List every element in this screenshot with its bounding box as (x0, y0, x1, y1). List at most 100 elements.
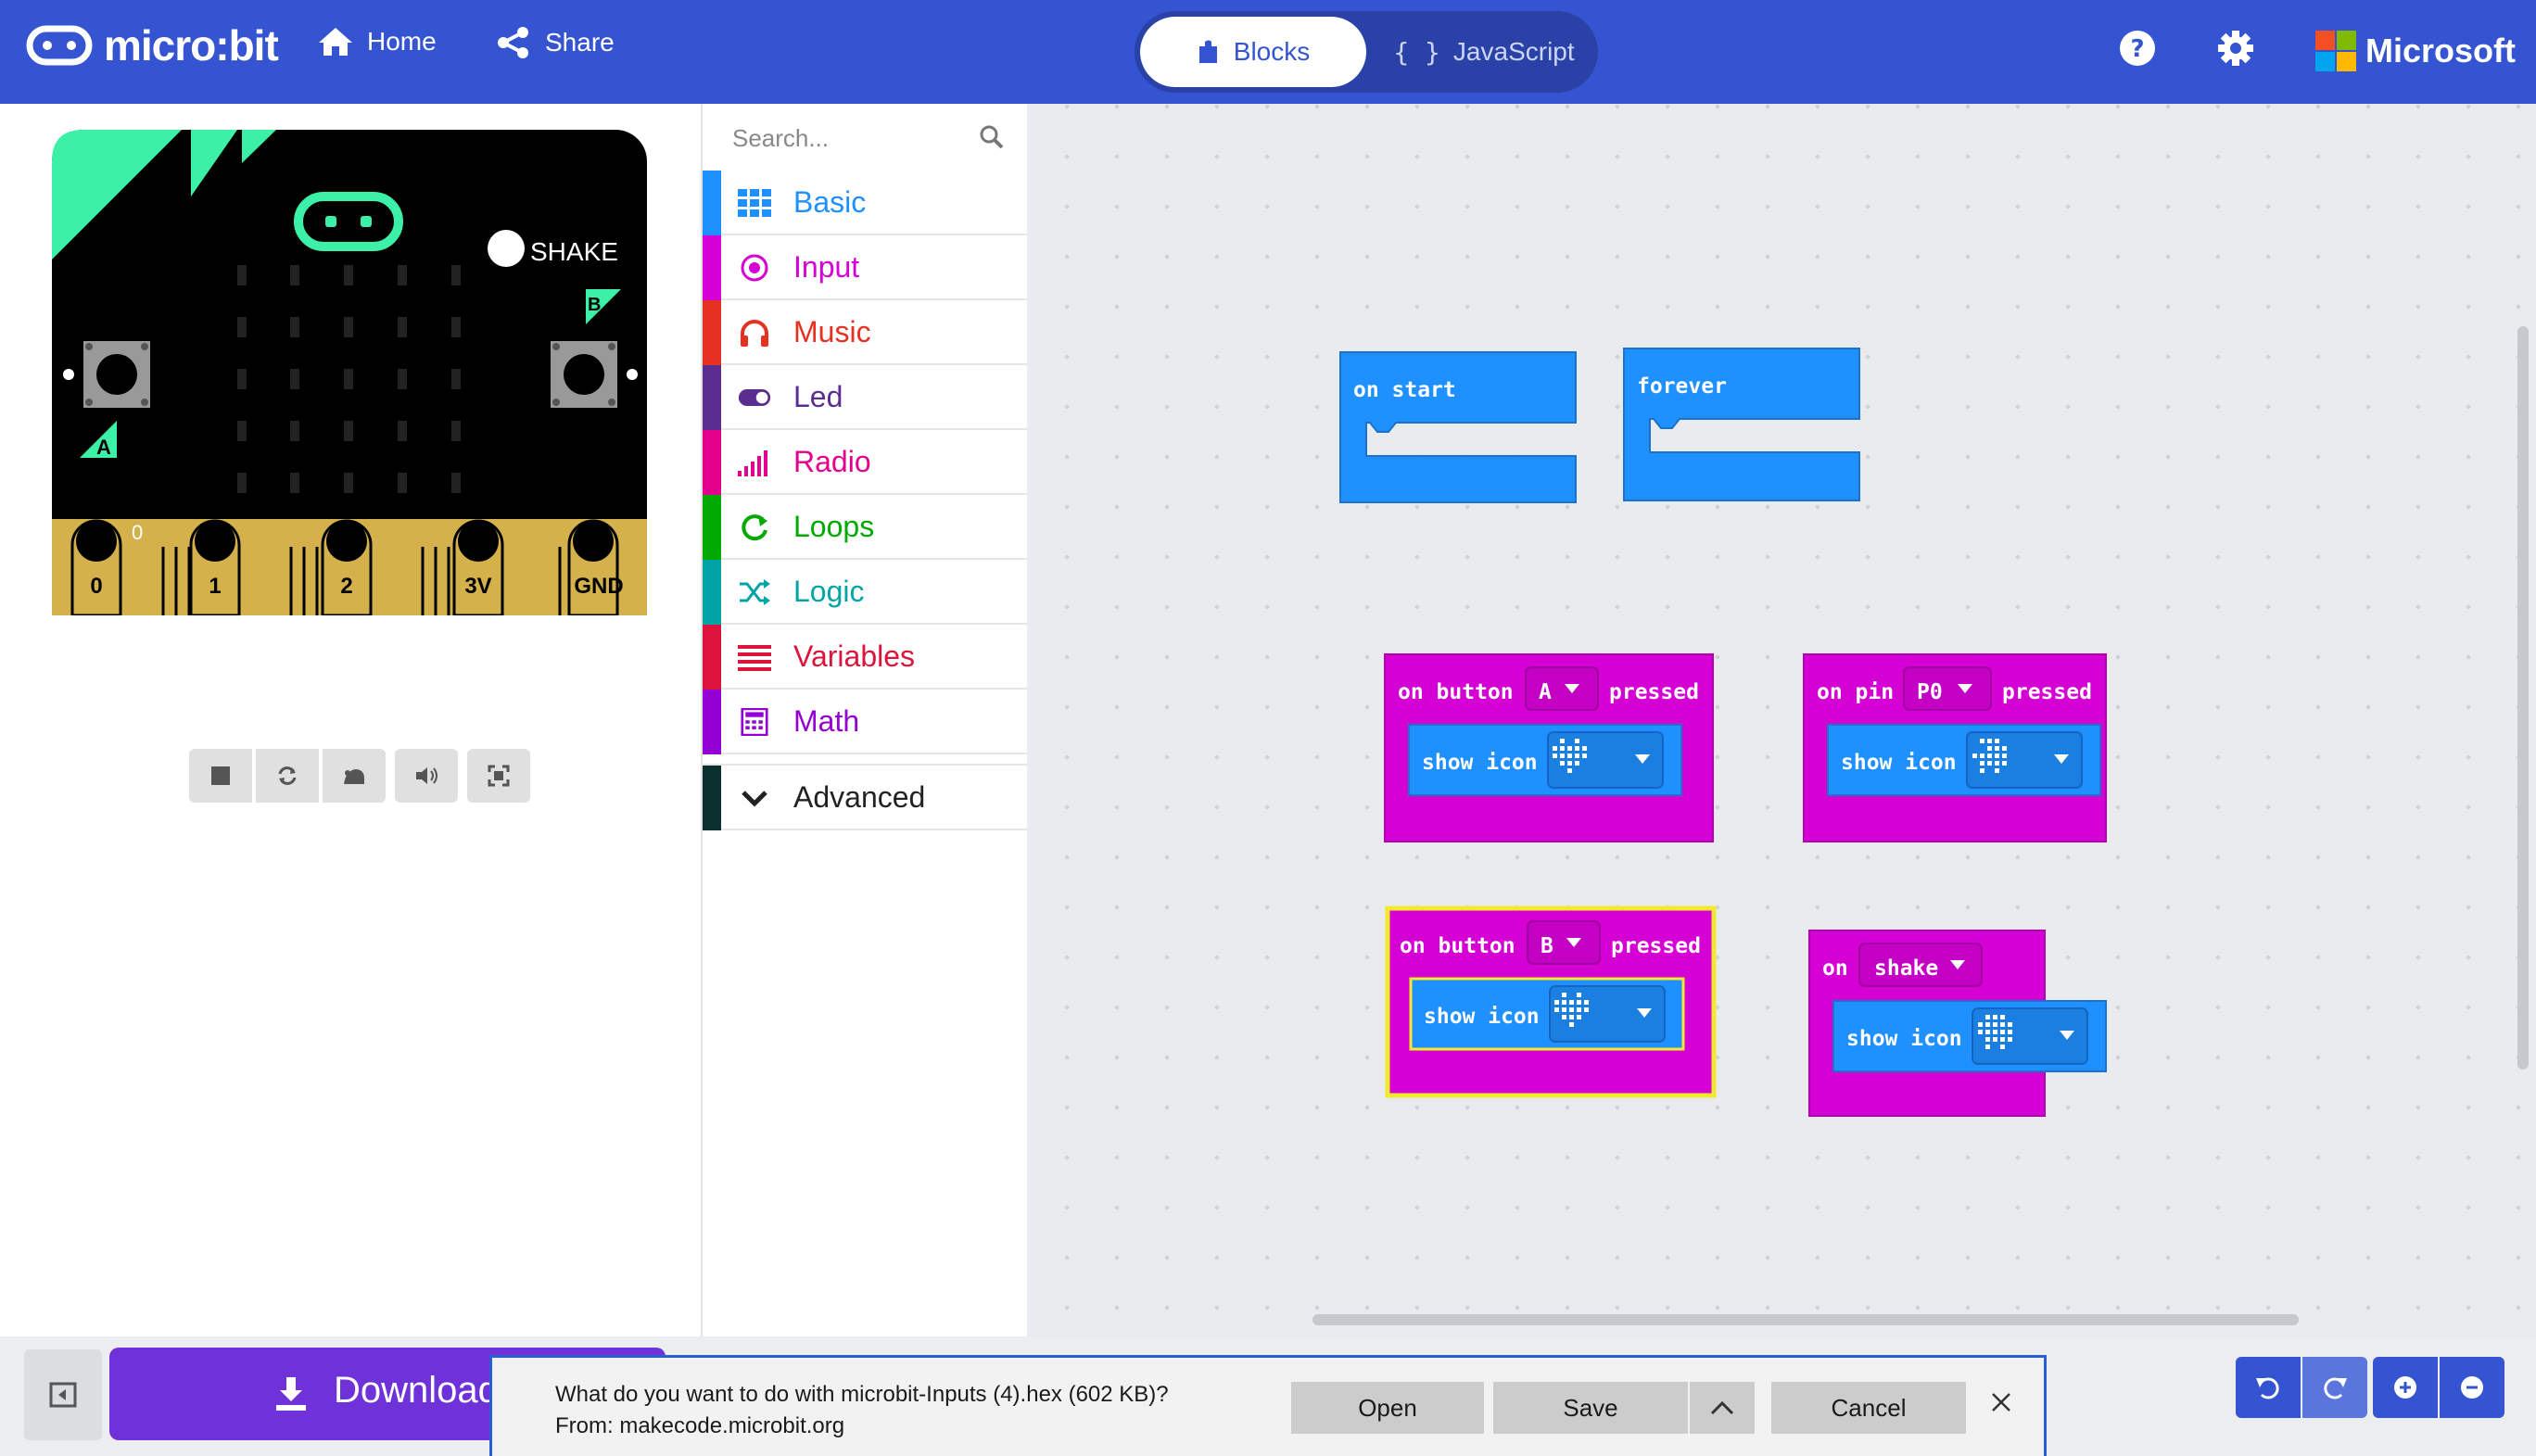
category-label: Led (793, 380, 843, 413)
redo-button[interactable] (2302, 1357, 2367, 1418)
on-pin-block[interactable]: on pin P0 pressed show icon (1803, 653, 2107, 842)
category-radio[interactable]: Radio (703, 430, 1027, 495)
download-label: Download (334, 1370, 499, 1411)
share-button[interactable]: Share (495, 26, 615, 59)
show-icon-label: show icon (1846, 1027, 1962, 1051)
snail-icon (344, 769, 364, 784)
braces-icon: { } (1393, 36, 1440, 68)
search-input[interactable] (730, 120, 957, 156)
gesture-value: shake (1874, 956, 1938, 981)
stop-button[interactable] (189, 749, 252, 803)
editor-toggle: Blocks { } JavaScript (1135, 11, 1598, 93)
show-icon-block[interactable]: show icon (1408, 724, 1682, 796)
category-logic[interactable]: Logic (703, 560, 1027, 625)
fullscreen-button[interactable] (467, 749, 530, 803)
collapse-simulator-button[interactable] (24, 1349, 102, 1440)
block-prefix: on pin (1817, 680, 1894, 704)
category-input[interactable]: Input (703, 235, 1027, 300)
open-button[interactable]: Open (1291, 1382, 1484, 1434)
on-button-b-block[interactable]: on button B pressed show icon (1385, 905, 1717, 1098)
share-label: Share (545, 28, 615, 57)
icon-dropdown[interactable] (1549, 985, 1666, 1043)
block-prefix: on (1822, 956, 1848, 981)
slowmo-button[interactable] (323, 749, 386, 803)
zoom-in-button[interactable] (2373, 1357, 2438, 1418)
pin-3v-label: 3V (464, 574, 491, 599)
home-label: Home (367, 27, 437, 56)
settings-button[interactable] (2217, 30, 2254, 71)
brand-name: micro:bit (104, 21, 279, 70)
simulator-panel: SHAKE B A 0 1 2 3V GND 0 (0, 104, 701, 1336)
chevron-down-icon (742, 791, 767, 807)
blocks-tab[interactable]: Blocks (1140, 17, 1366, 87)
pin-1[interactable] (189, 519, 241, 615)
category-label: Logic (793, 575, 865, 608)
shake-button[interactable] (488, 230, 525, 267)
vertical-scrollbar[interactable] (2517, 326, 2529, 1070)
save-options-button[interactable] (1690, 1382, 1755, 1434)
chevron-up-icon (1710, 1400, 1734, 1415)
fullscreen-icon (488, 765, 510, 787)
share-icon (498, 27, 528, 58)
forever-block[interactable]: forever (1623, 348, 1860, 501)
headphones-icon (741, 320, 768, 347)
mute-button[interactable] (395, 749, 458, 803)
category-advanced[interactable]: Advanced (703, 764, 1027, 830)
button-b[interactable] (551, 341, 617, 408)
icon-dropdown[interactable] (1547, 731, 1664, 789)
pin-2[interactable] (321, 519, 373, 615)
block-suffix: pressed (1609, 680, 1699, 704)
simulator-controls (189, 749, 539, 803)
button-dropdown[interactable] (1525, 666, 1599, 711)
help-button[interactable]: ? (2119, 30, 2156, 71)
show-icon-block[interactable]: show icon (1409, 977, 1685, 1051)
microbit-logo[interactable]: micro:bit (26, 20, 279, 70)
on-shake-block[interactable]: on shake show icon (1808, 930, 2107, 1117)
category-music[interactable]: Music (703, 300, 1027, 365)
microsoft-logo[interactable]: Microsoft (2315, 31, 2516, 71)
block-suffix: pressed (2002, 680, 2092, 704)
zoom-out-icon (2461, 1376, 2483, 1399)
calculator-icon (741, 708, 768, 736)
category-led[interactable]: Led (703, 365, 1027, 430)
zoom-out-button[interactable] (2440, 1357, 2504, 1418)
undo-button[interactable] (2236, 1357, 2301, 1418)
cancel-button[interactable]: Cancel (1771, 1382, 1966, 1434)
shuffle-icon (740, 579, 770, 605)
signal-bars-icon (738, 450, 767, 476)
collapse-icon (49, 1382, 77, 1408)
pin-value: 0 (132, 521, 143, 544)
close-icon[interactable] (1990, 1391, 2012, 1413)
button-value: B (1541, 934, 1553, 958)
redo-icon (2324, 1377, 2347, 1399)
category-basic[interactable]: Basic (703, 171, 1027, 235)
pin-gnd[interactable] (567, 519, 619, 615)
restart-button[interactable] (256, 749, 319, 803)
blocks-workspace[interactable]: on start forever on button A pressed sho… (1027, 104, 2536, 1336)
on-button-a-block[interactable]: on button A pressed show icon (1384, 653, 1714, 842)
on-start-label: on start (1353, 378, 1456, 402)
pin-3v[interactable] (452, 519, 504, 615)
download-prompt-dialog: What do you want to do with microbit-Inp… (489, 1355, 2047, 1456)
button-dropdown[interactable] (1527, 920, 1601, 965)
undo-icon (2256, 1377, 2279, 1399)
save-button[interactable]: Save (1493, 1382, 1688, 1434)
help-icon: ? (2120, 31, 2155, 66)
button-value: A (1539, 680, 1552, 704)
category-variables[interactable]: Variables (703, 625, 1027, 690)
horizontal-scrollbar[interactable] (1312, 1314, 2299, 1325)
category-math[interactable]: Math (703, 690, 1027, 754)
button-a[interactable] (83, 341, 150, 408)
refresh-icon (278, 766, 297, 785)
pin-0[interactable] (70, 519, 122, 615)
show-icon-label: show icon (1841, 751, 1957, 775)
show-icon-block[interactable]: show icon (1827, 724, 2101, 796)
on-start-block[interactable]: on start (1339, 351, 1577, 503)
home-button[interactable]: Home (317, 26, 437, 57)
category-label: Input (793, 250, 860, 284)
loop-icon (742, 514, 767, 541)
javascript-tab[interactable]: { } JavaScript (1376, 17, 1592, 87)
show-icon-block[interactable]: show icon (1832, 1000, 2107, 1072)
button-b-tag: B (588, 295, 601, 315)
category-loops[interactable]: Loops (703, 495, 1027, 560)
